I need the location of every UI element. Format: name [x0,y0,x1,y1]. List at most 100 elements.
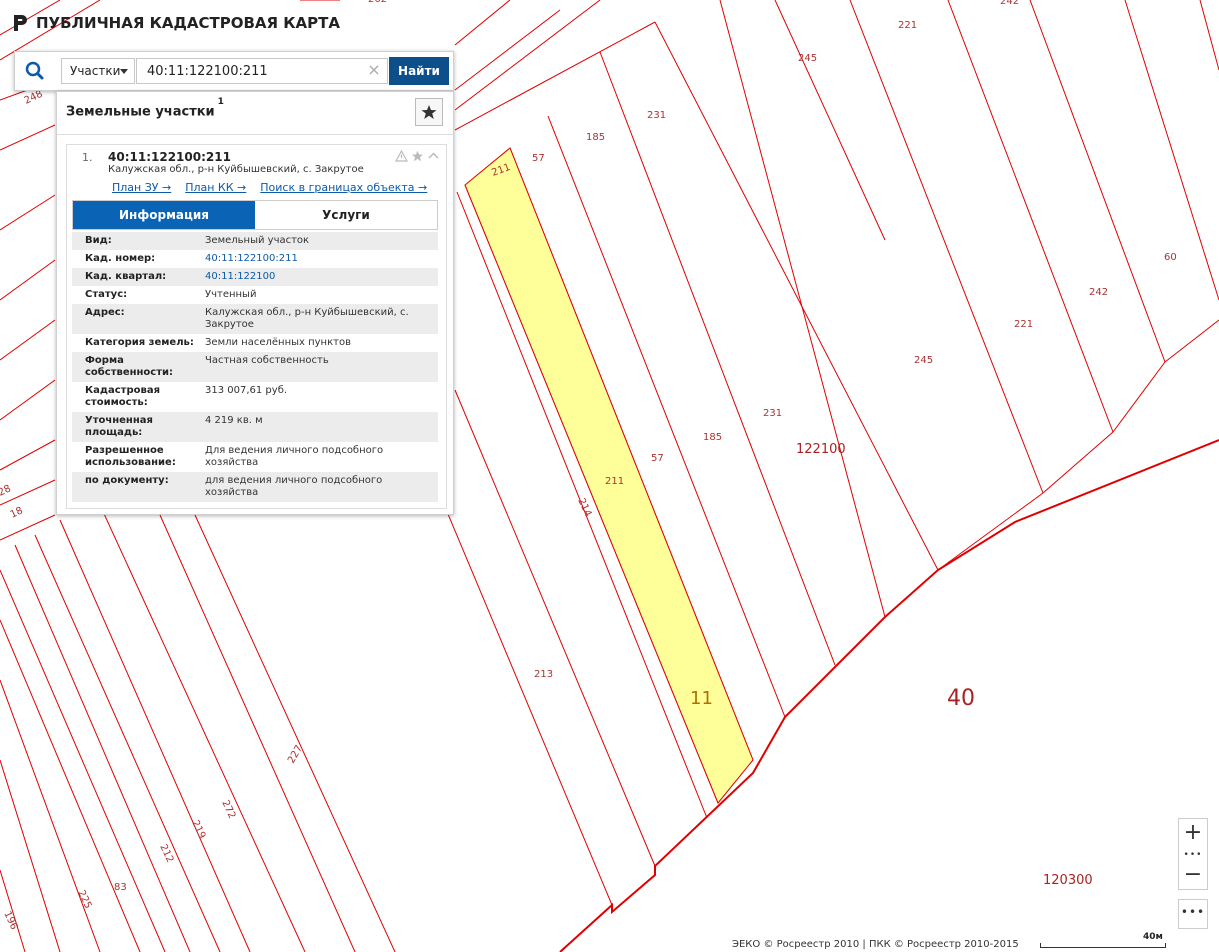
plan-zu-link[interactable]: План ЗУ → [112,181,171,194]
result-address: Калужская обл., р-н Куйбышевский, с. Зак… [108,164,364,175]
info-row: Разрешенное использование: Для ведения л… [72,442,438,472]
parcel-boundary [0,439,56,471]
results-panel: Земельные участки1 1. 40:11:122100:211 К… [56,91,454,515]
info-row: Категория земель: Земли населённых пункт… [72,334,438,352]
parcel-label: 242 [1000,0,1019,7]
parcel-label: 28 [0,483,13,498]
parcel-label: 242 [1089,287,1108,298]
parcel-boundary [0,194,56,231]
info-key: Кадастровая стоимость: [85,385,160,408]
info-value: Для ведения личного подсобного хозяйства [205,445,384,468]
parcel-label: 221 [1014,319,1033,330]
find-button[interactable]: Найти [389,57,449,85]
info-table: Вид: Земельный участок Кад. номер: 40:11… [72,232,438,502]
parcel-label: 60 [1164,252,1177,263]
scale-bar [1040,943,1166,948]
parcel-label: 211 [605,476,624,487]
info-key: Вид: [85,235,112,246]
search-in-bounds-link[interactable]: Поиск в границах объекта → [260,181,427,194]
logo-icon [14,15,27,31]
info-tabs: Информация Услуги [72,200,438,230]
search-bar: Участки × Найти [14,51,454,91]
info-value: Частная собственность [205,355,329,366]
info-key: Уточненная площадь: [85,415,153,438]
plan-kk-link[interactable]: План КК → [185,181,246,194]
scale-label: 40м [1143,932,1163,942]
info-key: Кад. квартал: [85,271,167,282]
quarter-label: 122100 [796,442,846,457]
app-title: ПУБЛИЧНАЯ КАДАСТРОВАЯ КАРТА [36,14,340,32]
info-key: Кад. номер: [85,253,156,264]
result-card[interactable]: 1. 40:11:122100:211 Калужская обл., р-н … [66,144,447,509]
parcel-label: 248 [23,89,45,107]
parcel-label: 185 [703,432,722,443]
parcel-boundary [0,514,56,541]
parcel-boundary [0,259,56,301]
info-key: Адрес: [85,307,125,318]
parcel-label: 214 [575,497,593,519]
parcel-boundary [454,9,561,91]
parcel-boundary [774,0,886,241]
parcel-boundary [0,124,56,151]
info-row: Статус: Учтенный [72,286,438,304]
info-row: Адрес: Калужская обл., р-н Куйбышевский,… [72,304,438,334]
search-type-select[interactable]: Участки [61,58,135,84]
parcel-boundary [194,514,396,952]
parcel-label: 83 [114,882,127,893]
parcel-label: 221 [898,20,917,31]
parcel-boundary [0,319,56,361]
star-icon [421,105,437,119]
parcel-label: 18 [9,505,25,520]
warning-icon[interactable] [395,150,408,162]
info-value-link[interactable]: 40:11:122100 [205,271,438,283]
info-row: по документу: для ведения личного подсоб… [72,472,438,502]
search-icon[interactable] [21,58,49,84]
panel-title-text: Земельные участки [66,104,215,120]
parcel-label: 213 [534,669,553,680]
more-button[interactable]: ••• [1178,899,1208,929]
info-row: Вид: Земельный участок [72,232,438,250]
star-icon[interactable] [411,150,424,162]
parcel-label: 227 [286,743,305,765]
result-links: План ЗУ → План КК → Поиск в границах объ… [112,181,427,194]
info-key: Статус: [85,289,128,300]
info-key: Категория земель: [85,337,194,348]
favorites-button[interactable] [415,98,443,126]
parcel-boundary [1199,0,1219,71]
quarter-boundary [559,439,1219,952]
info-row: Уточненная площадь: 4 219 кв. м [72,412,438,442]
parcel-boundary [849,0,1044,494]
copyright: ЭЕКО © Росреестр 2010 | ПКК © Росреестр … [732,939,1019,950]
zoom-in-button[interactable]: + [1179,819,1207,847]
parcel-boundary [1112,361,1166,433]
parcel-label: 219 [189,819,207,841]
info-value-link[interactable]: 40:11:122100:211 [205,253,438,265]
zoom-control: + ••• − [1178,818,1208,890]
parcel-label: 262 [368,0,387,5]
parcel-number-label: 11 [690,688,713,709]
info-row: Кад. квартал: 40:11:122100 [72,268,438,286]
parcel-boundary [99,504,306,952]
parcel-boundary [59,519,251,952]
parcel-label: 225 [75,889,93,911]
clear-icon[interactable]: × [364,60,384,80]
info-value: Учтенный [205,289,257,300]
zoom-separator: ••• [1183,850,1203,860]
result-cadastral-number[interactable]: 40:11:122100:211 [108,150,231,164]
search-input[interactable] [136,58,388,84]
info-key: Форма собственности: [85,355,174,378]
parcel-label: 245 [914,355,933,366]
info-value: Земли населённых пунктов [205,337,351,348]
parcel-boundary [454,21,656,131]
info-row: Форма собственности: Частная собственнос… [72,352,438,382]
zoom-out-button[interactable]: − [1179,861,1207,889]
chevron-up-icon[interactable] [427,150,440,162]
tab-services[interactable]: Услуги [255,201,437,229]
info-row: Кад. номер: 40:11:122100:211 [72,250,438,268]
info-value: 4 219 кв. м [205,415,263,426]
district-label: 40 [947,686,975,711]
parcel-boundary [947,0,1114,433]
tab-information[interactable]: Информация [73,201,255,229]
parcel-label: 231 [763,408,782,419]
parcel-boundary [654,21,939,571]
